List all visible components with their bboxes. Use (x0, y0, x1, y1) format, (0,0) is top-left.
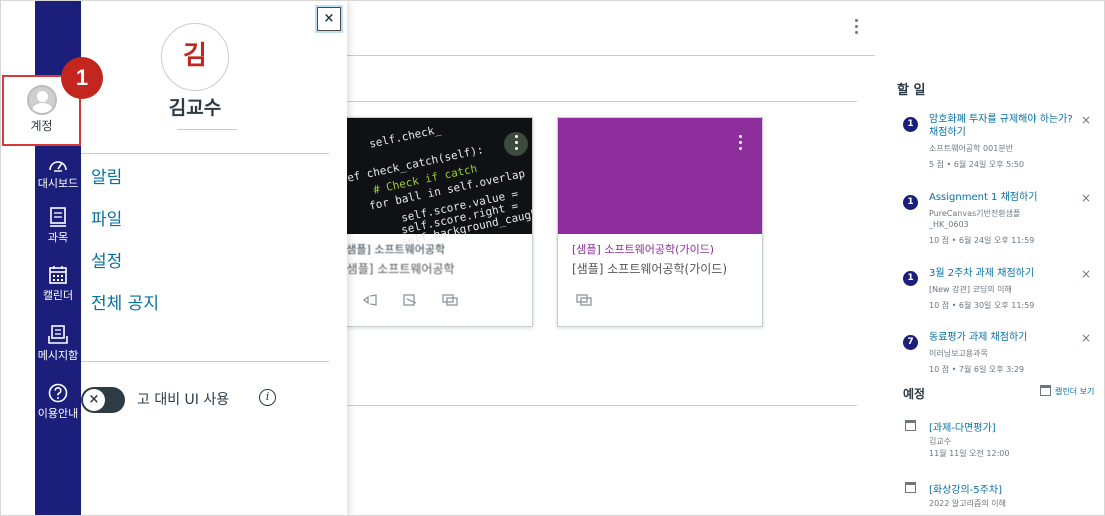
tray-link-settings[interactable]: 설정 (91, 247, 122, 272)
todo-sidebar: 할 일 1 암호화폐 투자를 규제해야 하는가? 채점하기 소프트웨어공학 00… (877, 1, 1104, 515)
nav-inbox-label: 메시지함 (37, 349, 79, 362)
assignments-icon[interactable] (402, 294, 418, 306)
section-divider (347, 101, 857, 102)
upcoming-date: 11월 11일 오전 12:00 (929, 449, 1010, 458)
todo-count-badge: 1 (903, 271, 918, 286)
nav-account-label: 계정 (30, 119, 53, 133)
card-subtitle: [샘플] 소프트웨어공학 (342, 262, 455, 276)
card-subtitle: [샘플] 소프트웨어공학(가이드) (572, 262, 728, 276)
todo-count-badge: 1 (903, 195, 918, 210)
discussions-icon[interactable] (576, 294, 592, 306)
nav-courses-label: 과목 (47, 231, 69, 244)
courses-icon (50, 207, 66, 227)
todo-count-badge: 1 (903, 117, 918, 132)
tray-link-files[interactable]: 파일 (91, 205, 122, 230)
help-icon (48, 383, 68, 403)
nav-dashboard[interactable]: 대시보드 (35, 155, 81, 191)
card-title[interactable]: [샘플] 소프트웨어공학 (342, 241, 445, 257)
calendar-event-icon (905, 420, 916, 431)
upcoming-link[interactable]: [화상강의-5주차] (929, 481, 1002, 496)
todo-detail: 10 점 • 6월 30일 오후 11:59 (929, 301, 1035, 310)
high-contrast-label: 고 대비 UI 사용 (137, 392, 230, 408)
header-divider (347, 55, 875, 56)
calendar-icon (49, 266, 67, 284)
step-number-badge: 1 (61, 57, 103, 99)
todo-course: 소프트웨어공학 001분반 (929, 144, 1014, 153)
calendar-event-icon (905, 482, 916, 493)
nav-help[interactable]: 이용안내 (35, 383, 81, 421)
todo-detail: 5 점 • 6월 24일 오후 5:50 (929, 160, 1025, 169)
tray-link-notifications[interactable]: 알림 (91, 163, 122, 188)
dismiss-icon[interactable]: × (1081, 331, 1091, 345)
section-divider-lower (347, 405, 857, 406)
todo-link[interactable]: 3월 2주차 과제 채점하기 (929, 267, 1077, 280)
upcoming-link[interactable]: [과제-다면평가] (929, 419, 996, 434)
todo-detail: 10 점 • 7월 6일 오후 3:29 (929, 365, 1025, 374)
nav-help-label: 이용안내 (37, 407, 79, 420)
course-card-software-eng[interactable]: self.check_ ef check_catch(self): # Chec… (327, 117, 533, 327)
todo-course: [New 강관] 코딩의 이해 (929, 285, 1012, 294)
todo-course-code: _HK_0603 (929, 220, 969, 229)
todo-link[interactable]: 암호화폐 투자를 규제해야 하는가? 채점하기 (929, 113, 1077, 139)
dismiss-icon[interactable]: × (1081, 113, 1091, 127)
app-frame: 대시보드 과목 캘린더 메시지함 이용안내 계정 1 × 김 김교수 알림 파일… (0, 0, 1105, 516)
card-title[interactable]: [샘플] 소프트웨어공학(가이드) (572, 241, 714, 257)
dashboard-main: self.check_ ef check_catch(self): # Chec… (327, 1, 875, 515)
todo-count-badge: 7 (903, 335, 918, 350)
upcoming-meta: 2022 알고리즘의 이해 (929, 499, 1006, 508)
dashboard-icon (49, 161, 67, 172)
todo-course: 이러닝보고용과목 (929, 349, 988, 358)
discussions-icon[interactable] (442, 294, 458, 306)
todo-heading: 할 일 (897, 83, 926, 98)
tray-divider-bottom (81, 361, 329, 362)
todo-link[interactable]: 동료평가 과제 채점하기 (929, 331, 1077, 344)
high-contrast-toggle[interactable]: × (81, 387, 125, 413)
calendar-icon (1040, 385, 1051, 396)
user-name: 김교수 (168, 97, 222, 119)
tray-close-button[interactable]: × (317, 7, 341, 31)
dismiss-icon[interactable]: × (1081, 267, 1091, 281)
tray-link-global-announcements[interactable]: 전체 공지 (91, 289, 159, 314)
account-avatar-icon (26, 85, 57, 115)
info-icon[interactable]: i (259, 389, 276, 406)
view-calendar-link[interactable]: 캘린더 보기 (1040, 385, 1094, 397)
upcoming-meta: 김교수 (929, 437, 952, 446)
dismiss-icon[interactable]: × (1081, 191, 1091, 205)
nav-calendar-label: 캘린더 (42, 289, 74, 302)
announcements-icon[interactable] (362, 294, 378, 306)
card-options-icon[interactable] (504, 132, 528, 156)
course-card-software-eng-guide[interactable]: [샘플] 소프트웨어공학(가이드) [샘플] 소프트웨어공학(가이드) (557, 117, 763, 327)
nav-inbox[interactable]: 메시지함 (35, 325, 81, 363)
inbox-icon (48, 325, 68, 344)
todo-detail: 10 점 • 6월 24일 오후 11:59 (929, 236, 1035, 245)
upcoming-heading: 예정 (903, 387, 926, 401)
dashboard-options-icon[interactable] (855, 19, 859, 37)
card-options-icon[interactable] (728, 132, 752, 156)
nav-dashboard-label: 대시보드 (37, 177, 79, 190)
nav-courses[interactable]: 과목 (35, 207, 81, 245)
user-avatar: 김 (161, 23, 229, 91)
name-divider (177, 129, 237, 130)
code-line: self.check_ (368, 122, 442, 151)
tray-divider-top (81, 153, 329, 154)
account-tray: × 김 김교수 알림 파일 설정 전체 공지 × 고 대비 UI 사용 i (81, 1, 347, 515)
course-card-hero-code-image: self.check_ ef check_catch(self): # Chec… (328, 118, 532, 249)
toggle-off-icon: × (83, 389, 105, 411)
nav-calendar[interactable]: 캘린더 (35, 265, 81, 303)
todo-link[interactable]: Assignment 1 채점하기 (929, 191, 1077, 204)
view-calendar-label: 캘린더 보기 (1055, 387, 1095, 396)
todo-course: PureCanvas기반전환샘플 (929, 209, 1021, 218)
